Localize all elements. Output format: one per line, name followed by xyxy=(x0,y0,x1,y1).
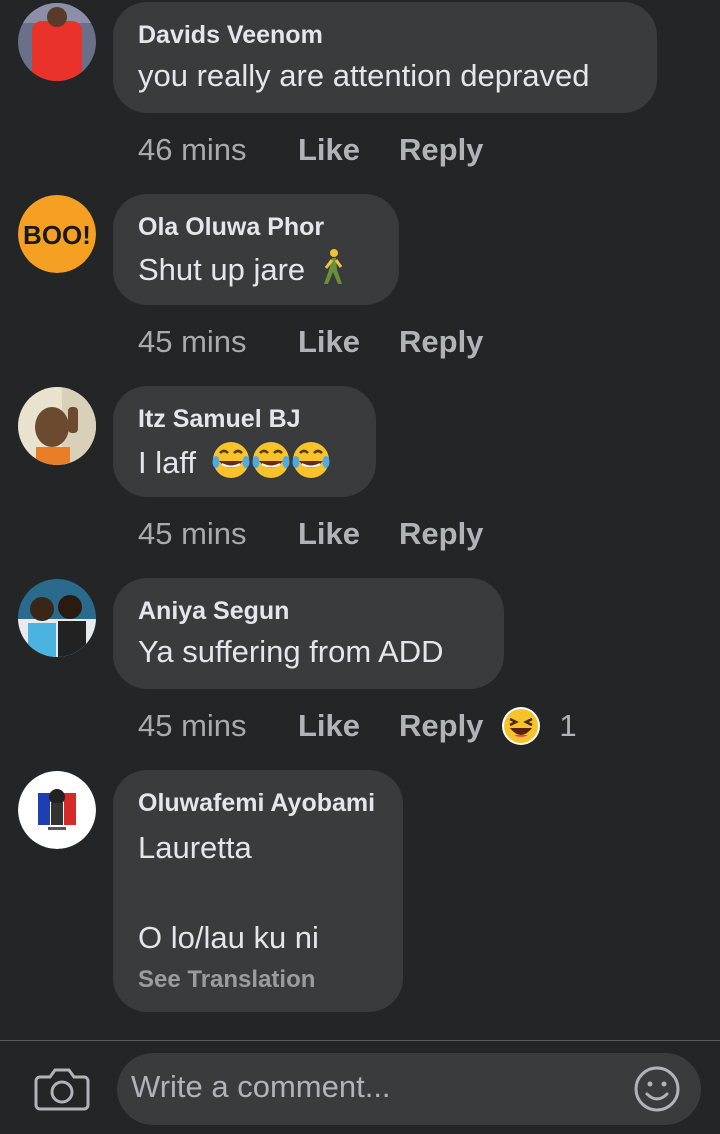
comment-text: I laff xyxy=(138,445,197,481)
reply-button[interactable]: Reply xyxy=(399,708,483,744)
comment-author[interactable]: Ola Oluwa Phor xyxy=(138,212,373,242)
comment-bubble[interactable]: Ola Oluwa Phor Shut up jare xyxy=(113,194,399,305)
avatar-image xyxy=(18,387,96,465)
comment-time[interactable]: 45 mins xyxy=(138,708,298,744)
reaction-summary[interactable] xyxy=(501,706,541,746)
comment-time[interactable]: 46 mins xyxy=(138,132,298,168)
tears-of-joy-emoji xyxy=(211,440,331,490)
avatar[interactable]: BOO! xyxy=(18,195,96,273)
comment-text: you really are attention depraved xyxy=(138,58,590,93)
comment-meta: 45 mins Like Reply xyxy=(138,322,483,362)
comment-author[interactable]: Oluwafemi Ayobami xyxy=(138,788,377,818)
comment-bubble[interactable]: Aniya Segun Ya suffering from ADD xyxy=(113,578,504,689)
person-walking-emoji xyxy=(320,248,346,296)
comment-time[interactable]: 45 mins xyxy=(138,516,298,552)
comment-text: Shut up jare xyxy=(138,252,306,288)
avatar-image xyxy=(18,771,96,849)
comment-composer: Write a comment... xyxy=(0,1040,720,1134)
avatar[interactable] xyxy=(18,579,96,657)
comment-text-row: I laff xyxy=(138,440,350,490)
comment-bubble[interactable]: Oluwafemi Ayobami Lauretta O lo/lau ku n… xyxy=(113,770,403,1012)
comment-author[interactable]: Itz Samuel BJ xyxy=(138,404,350,434)
comment-input[interactable]: Write a comment... xyxy=(117,1053,701,1125)
comment-input-placeholder: Write a comment... xyxy=(131,1069,391,1104)
reply-button[interactable]: Reply xyxy=(399,324,483,360)
laughing-reaction-icon xyxy=(502,707,541,745)
smiley-icon[interactable] xyxy=(633,1065,681,1113)
avatar[interactable] xyxy=(18,771,96,849)
comment-text-row: Shut up jare xyxy=(138,248,373,296)
svg-text:BOO!: BOO! xyxy=(23,220,91,250)
like-button[interactable]: Like xyxy=(298,516,399,552)
comment-author[interactable]: Aniya Segun xyxy=(138,596,478,626)
like-button[interactable]: Like xyxy=(298,132,399,168)
comment-bubble[interactable]: Davids Veenom you really are attention d… xyxy=(113,2,657,113)
reaction-count: 1 xyxy=(559,708,577,743)
comment-text-line: O lo/lau ku ni xyxy=(138,920,319,955)
avatar[interactable] xyxy=(18,387,96,465)
comment-text-line: Lauretta xyxy=(138,830,252,865)
comment-bubble[interactable]: Itz Samuel BJ I laff xyxy=(113,386,376,497)
comment-meta: 45 mins Like Reply xyxy=(138,514,483,554)
comment-author[interactable]: Davids Veenom xyxy=(138,20,631,50)
comment-time[interactable]: 45 mins xyxy=(138,324,298,360)
camera-icon[interactable] xyxy=(34,1065,90,1113)
avatar[interactable] xyxy=(18,3,96,81)
comment-meta: 46 mins Like Reply xyxy=(138,130,483,170)
avatar-image xyxy=(18,3,96,81)
like-button[interactable]: Like xyxy=(298,324,399,360)
see-translation-link[interactable]: See Translation xyxy=(138,966,377,994)
comment-text: Ya suffering from ADD xyxy=(138,634,444,669)
comment-meta: 45 mins Like Reply 1 xyxy=(138,706,577,746)
avatar-image xyxy=(18,579,96,657)
like-button[interactable]: Like xyxy=(298,708,399,744)
reply-button[interactable]: Reply xyxy=(399,132,483,168)
reply-button[interactable]: Reply xyxy=(399,516,483,552)
avatar-image: BOO! xyxy=(18,195,96,273)
